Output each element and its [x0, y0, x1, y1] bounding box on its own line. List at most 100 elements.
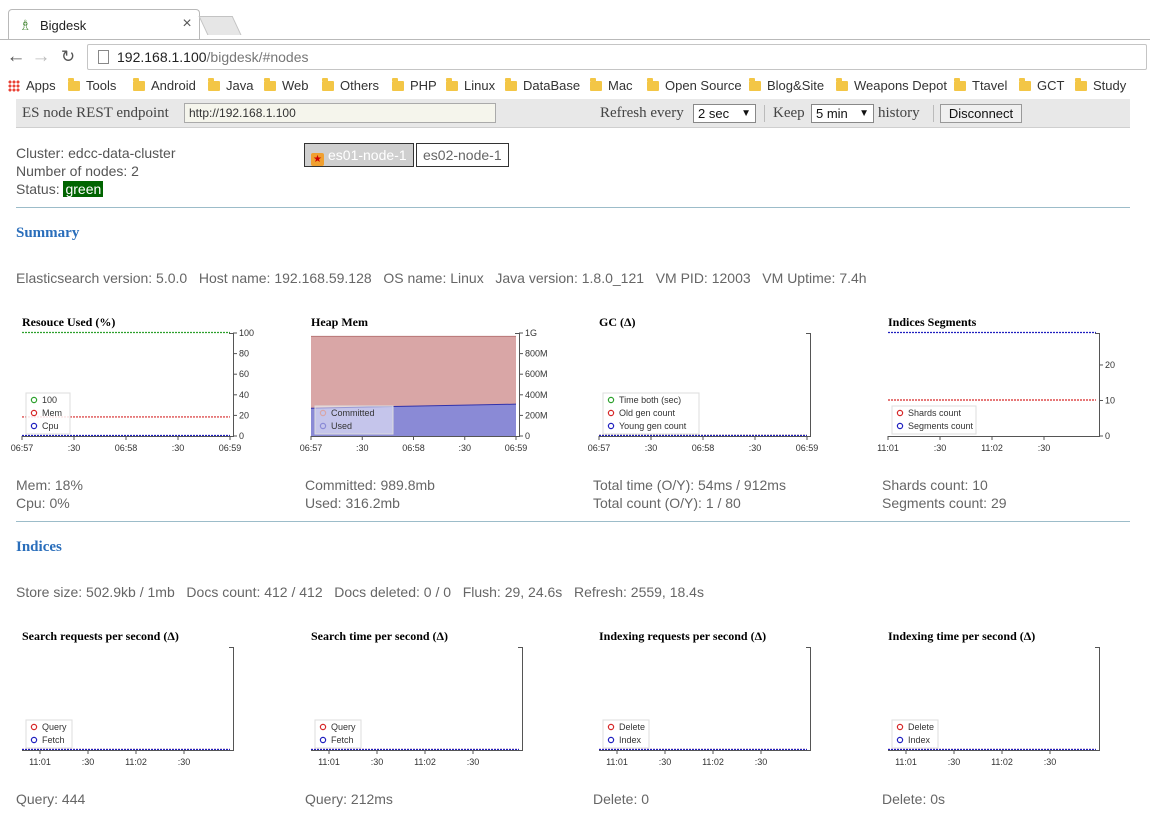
x-tick-label: :30	[948, 757, 961, 767]
bookmark-linux[interactable]: Linux	[446, 77, 495, 95]
node-name: es01-node-1	[328, 147, 407, 163]
bookmark-blog-site[interactable]: Blog&Site	[749, 77, 824, 95]
bookmark-label: Linux	[464, 78, 496, 93]
x-tick-label: 11:01	[29, 757, 51, 767]
y-tick-label: 600M	[525, 369, 548, 379]
summary-stat: Mem: 18%	[16, 477, 83, 493]
y-tick-label: 200M	[525, 410, 548, 420]
bookmark-label: Open Source	[665, 78, 742, 93]
y-tick-label: 0	[239, 431, 244, 441]
legend-label: Index	[619, 735, 642, 745]
tab-bigdesk[interactable]: ♗ Bigdesk ×	[8, 9, 200, 41]
x-tick-label: :30	[1044, 757, 1057, 767]
bookmark-label: Ttavel	[972, 78, 1008, 93]
y-tick-label: 80	[239, 349, 249, 359]
keep-value: 5 min	[816, 106, 848, 121]
folder-icon	[322, 78, 334, 91]
x-tick-label: :30	[755, 757, 768, 767]
node-button-es02[interactable]: es02-node-1	[416, 143, 509, 167]
page-icon	[98, 50, 109, 64]
bookmark-weapons-depot[interactable]: Weapons Depot	[836, 77, 947, 95]
refresh-value: 2 sec	[698, 106, 730, 121]
node-button-es01[interactable]: ★ es01-node-1	[304, 143, 414, 167]
legend-label: Fetch	[42, 735, 65, 745]
folder-icon	[208, 78, 220, 91]
summary-info: Elasticsearch version: 5.0.0 Host name: …	[16, 270, 867, 286]
back-arrow-icon[interactable]: ←	[4, 46, 28, 68]
bookmark-label: Tools	[86, 78, 117, 93]
bookmark-study[interactable]: Study	[1075, 77, 1126, 95]
bookmark-label: DataBase	[523, 78, 581, 93]
keep-select[interactable]: 5 min ▼	[811, 104, 874, 123]
tab-close-icon[interactable]: ×	[179, 15, 195, 33]
folder-icon	[446, 78, 458, 91]
bookmark-tools[interactable]: Tools	[68, 77, 116, 95]
x-tick-label: 06:59	[219, 443, 242, 453]
y-tick-label: 0	[1105, 431, 1110, 441]
address-bar[interactable]: 192.168.1.100/bigdesk/#nodes	[87, 44, 1147, 70]
x-tick-label: 11:01	[318, 757, 340, 767]
bigdesk-header-bar: ES node REST endpoint http://192.168.1.1…	[16, 99, 1130, 128]
endpoint-input[interactable]: http://192.168.1.100	[184, 103, 496, 123]
chart-svg: 06:57:30 06:58:30 06:59 Time both (sec) Old …	[588, 333, 819, 453]
y-tick-label: 20	[239, 410, 249, 420]
bookmark-java[interactable]: Java	[208, 77, 253, 95]
legend-label: Segments count	[908, 421, 974, 431]
forward-arrow-icon[interactable]: →	[29, 46, 53, 68]
x-tick-label: :30	[371, 757, 384, 767]
x-tick-label: 06:58	[692, 443, 715, 453]
bookmark-gct[interactable]: GCT	[1019, 77, 1064, 95]
x-tick-label: :30	[749, 443, 762, 453]
status-label: Status:	[16, 181, 60, 197]
legend-label: Time both (sec)	[619, 395, 681, 405]
disconnect-button[interactable]: Disconnect	[940, 104, 1022, 123]
bookmark-label: Java	[226, 78, 254, 93]
folder-icon	[836, 78, 848, 91]
x-tick-label: :30	[934, 443, 947, 453]
section-divider	[16, 207, 1130, 208]
summary-stat: Segments count: 29	[882, 495, 1007, 511]
folder-icon	[749, 78, 761, 91]
legend-label: Mem	[42, 408, 62, 418]
legend-label: Query	[42, 722, 67, 732]
legend-label: Young gen count	[619, 421, 687, 431]
section-divider	[16, 521, 1130, 522]
x-tick-label: 06:59	[505, 443, 528, 453]
bookmark-open-source[interactable]: Open Source	[647, 77, 742, 95]
chart-svg: 11:01:30 11:02:30 Query Fetch	[22, 647, 234, 767]
bookmark-others[interactable]: Others	[322, 77, 379, 95]
folder-icon	[647, 78, 659, 91]
x-tick-label: :30	[82, 757, 95, 767]
bookmark-android[interactable]: Android	[133, 77, 196, 95]
summary-stat: Used: 316.2mb	[305, 495, 400, 511]
x-tick-label: :30	[356, 443, 369, 453]
x-tick-label: 11:01	[877, 443, 899, 453]
folder-icon	[1019, 78, 1031, 91]
legend-label: Shards count	[908, 408, 962, 418]
y-tick-label: 20	[1105, 360, 1115, 370]
tab-strip: ♗ Bigdesk ×	[0, 0, 1150, 41]
bookmark-php[interactable]: PHP	[392, 77, 437, 95]
bookmark-mac[interactable]: Mac	[590, 77, 633, 95]
reload-icon[interactable]: ↻	[56, 46, 80, 68]
x-tick-label: :30	[68, 443, 81, 453]
bookmark-label: Others	[340, 78, 380, 93]
x-tick-label: 06:59	[796, 443, 819, 453]
bookmark-label: Study	[1093, 78, 1127, 93]
y-tick-label: 1G	[525, 328, 537, 338]
chart-svg: 11:01:30 11:02:30 Delete Index	[599, 647, 811, 767]
bookmark-web[interactable]: Web	[264, 77, 309, 95]
bookmark-database[interactable]: DataBase	[505, 77, 580, 95]
new-tab-button[interactable]	[198, 16, 242, 35]
header-divider	[764, 105, 765, 122]
bookmark-apps[interactable]: Apps	[8, 77, 56, 95]
y-tick-label: 100	[239, 328, 254, 338]
chart-svg: 1G 800M 600M 400M 200M 0 06:57:30 06:58:30 06:59…	[300, 328, 548, 453]
refresh-select[interactable]: 2 sec ▼	[693, 104, 756, 123]
x-tick-label: 11:02	[981, 443, 1003, 453]
chart-svg: 100 80 60 40 20 0 06:57:30 06:58:30 06:59 100 Mem C…	[11, 328, 254, 453]
bookmark-ttavel[interactable]: Ttavel	[954, 77, 1007, 95]
legend-label: Query	[331, 722, 356, 732]
folder-icon	[505, 78, 517, 91]
y-tick-label: 0	[525, 431, 530, 441]
